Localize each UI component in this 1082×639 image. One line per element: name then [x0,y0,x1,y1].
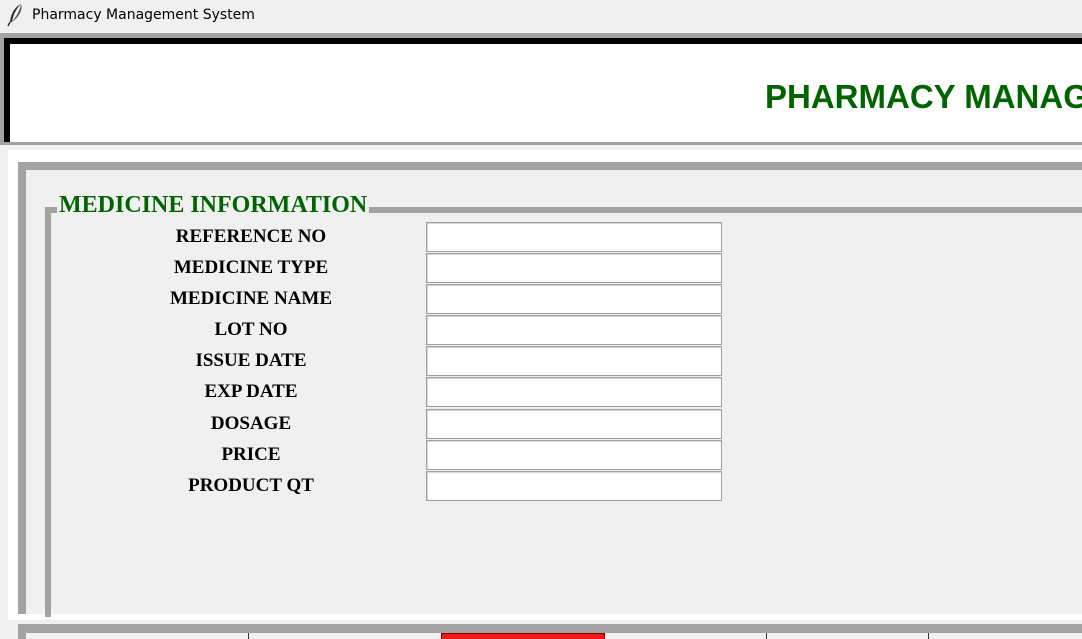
issue-date-input[interactable] [426,346,722,376]
dosage-label: DOSAGE [210,413,292,434]
medicine-info-legend: MEDICINE INFORMATION [57,192,370,218]
reference-no-label: REFERENCE NO [175,226,327,247]
action-button-2[interactable] [248,633,441,639]
price-input[interactable] [426,440,722,470]
action-button-5[interactable] [766,633,929,639]
medicine-type-input[interactable] [426,253,722,283]
window-title: Pharmacy Management System [32,7,255,23]
action-button-6[interactable] [928,633,1079,639]
lot-no-input[interactable] [426,315,722,345]
exp-date-input[interactable] [426,377,722,407]
window-titlebar: Pharmacy Management System [0,0,1082,32]
action-button-red[interactable] [441,633,605,639]
medicine-type-label: MEDICINE TYPE [173,257,329,278]
header-panel: PHARMACY MANAG [4,38,1082,142]
price-label: PRICE [221,444,281,465]
feather-icon [7,4,22,27]
lot-no-label: LOT NO [214,319,288,340]
dosage-input[interactable] [426,409,722,439]
medicine-name-label: MEDICINE NAME [169,288,333,309]
reference-no-input[interactable] [426,222,722,252]
product-qt-input[interactable] [426,471,722,501]
product-qt-label: PRODUCT QT [188,475,314,496]
issue-date-label: ISSUE DATE [195,350,307,371]
exp-date-label: EXP DATE [204,381,298,402]
page-title: PHARMACY MANAG [765,78,1082,115]
medicine-name-input[interactable] [426,284,722,314]
